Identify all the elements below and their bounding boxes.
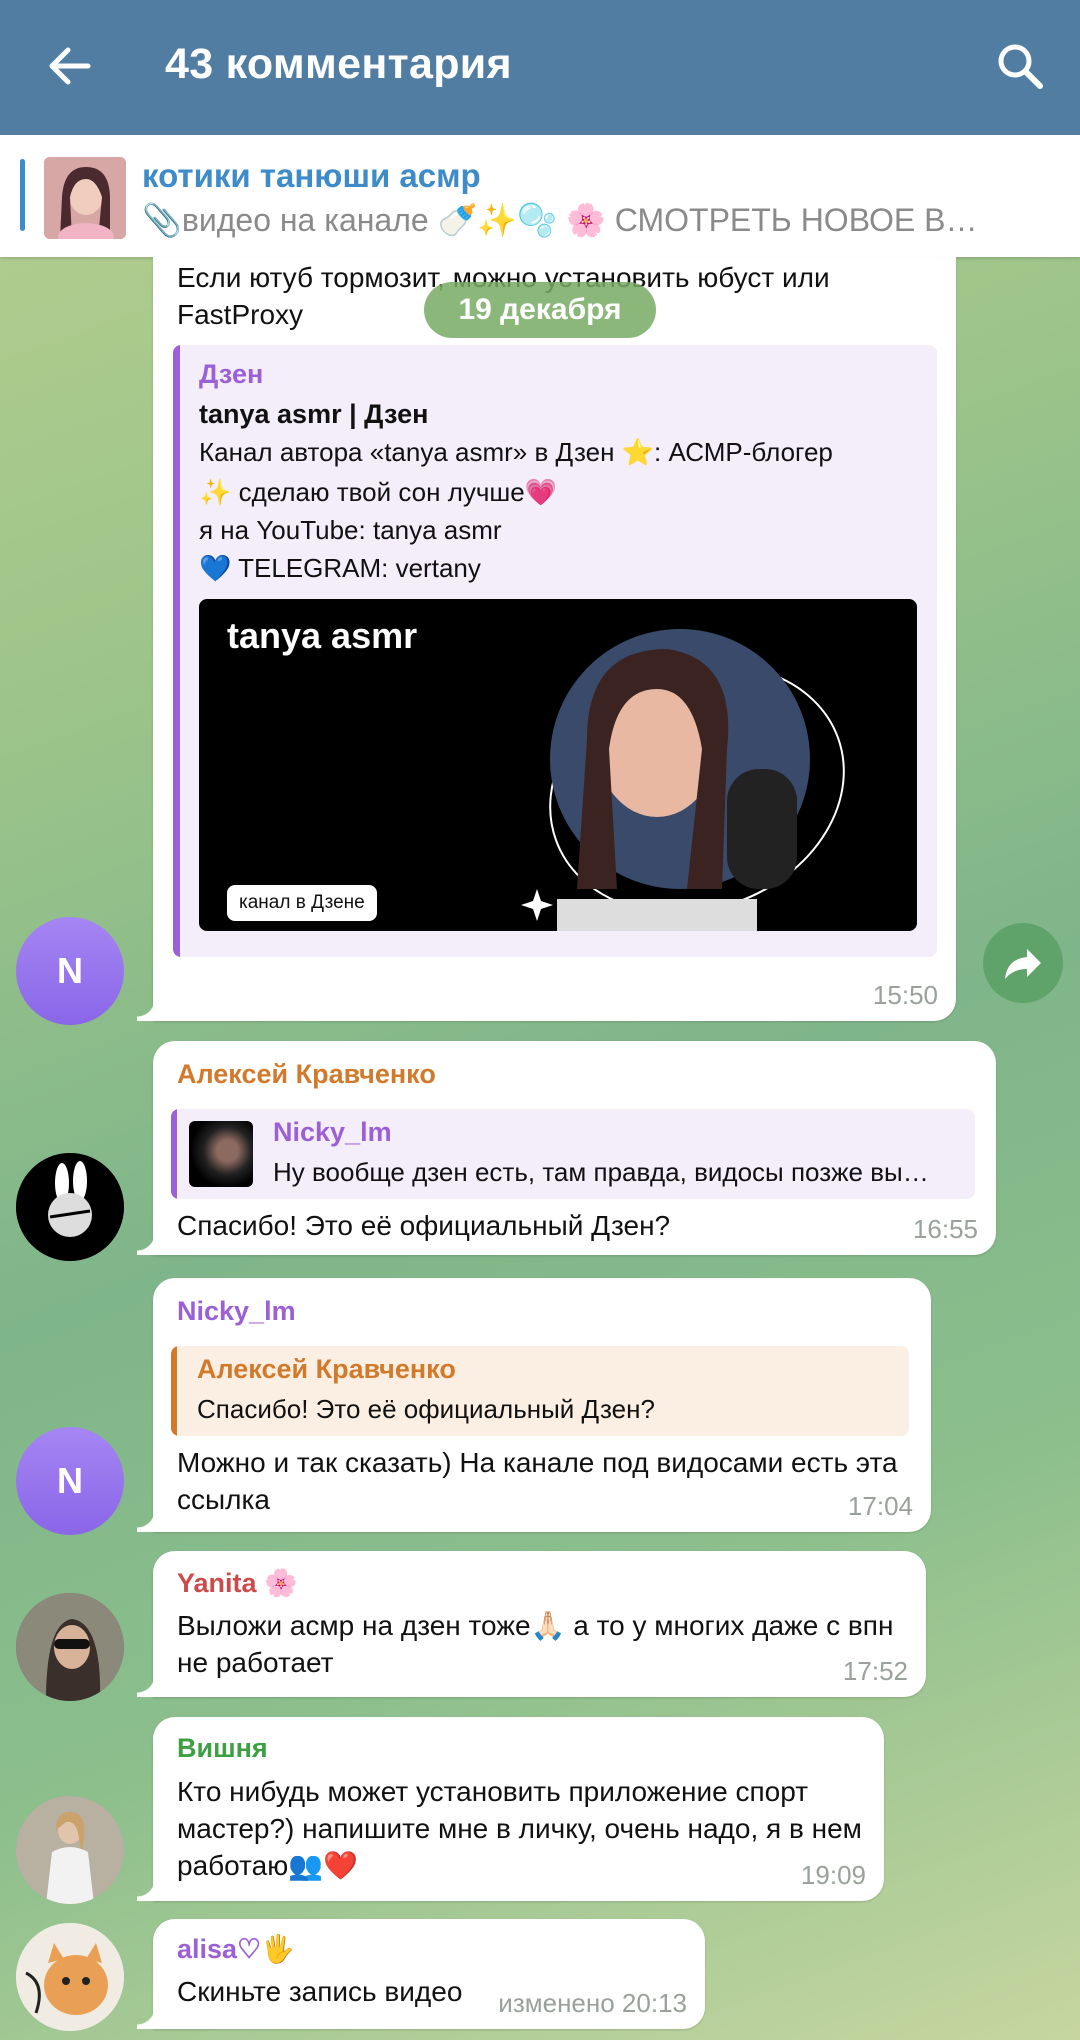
message-bubble[interactable]: Вишня Кто нибудь может установить прилож… — [137, 1717, 884, 1901]
avatar-image — [16, 1923, 124, 2031]
preview-portrait — [521, 629, 845, 931]
message-time: 19:09 — [800, 1860, 866, 1890]
message-text-line-1: Можно и так сказать) На канале под видос… — [177, 1447, 898, 1478]
date-pill: 19 декабря — [424, 282, 656, 338]
pinned-text: 📎видео на канале 🍼✨🫧 🌸 СМОТРЕТЬ НОВОЕ В… — [142, 201, 977, 239]
message-time: 17:04 — [847, 1491, 913, 1521]
sender-name: Вишня — [177, 1733, 268, 1763]
reply-quote[interactable]: Nicky_lm Ну вообще дзен есть, там правда… — [171, 1109, 975, 1199]
reply-thumbnail — [189, 1121, 253, 1187]
reply-bar — [171, 1109, 177, 1199]
message-bubble[interactable]: Если ютуб тормозит, можно установить юбу… — [137, 257, 956, 1021]
message-text-line-2: ссылка — [177, 1484, 270, 1515]
link-preview[interactable]: Дзен tanya asmr | Дзен Канал автора «tan… — [173, 345, 937, 957]
link-site: Дзен — [199, 359, 264, 389]
share-arrow-icon[interactable] — [983, 923, 1063, 1003]
pinned-preview-text: видео на канале 🍼✨🫧 🌸 СМОТРЕТЬ НОВОЕ В… — [181, 202, 978, 238]
message-text: Спасибо! Это её официальный Дзен? — [177, 1210, 671, 1241]
link-desc-4: 💙 TELEGRAM: vertany — [199, 553, 481, 583]
reply-name: Nicky_lm — [273, 1117, 392, 1147]
message-time: изменено 20:13 — [498, 1988, 687, 2018]
reply-quote[interactable]: Алексей Кравченко Спасибо! Это её официа… — [171, 1346, 909, 1436]
link-preview-image[interactable]: tanya asmr канал в Дзене — [199, 599, 917, 931]
page-title: 43 комментария — [165, 40, 512, 88]
paperclip-icon: 📎 — [142, 202, 182, 238]
link-preview-bar — [173, 345, 180, 957]
sender-name: Nicky_lm — [177, 1296, 296, 1326]
sender-name: Алексей Кравченко — [177, 1059, 436, 1089]
avatar[interactable] — [16, 1923, 124, 2031]
avatar[interactable]: N — [16, 1427, 124, 1535]
reply-text: Спасибо! Это её официальный Дзен? — [197, 1394, 655, 1424]
reply-name: Алексей Кравченко — [197, 1354, 456, 1384]
avatar[interactable] — [16, 1796, 124, 1904]
message-time: 17:52 — [842, 1656, 908, 1686]
message-bubble[interactable]: Yanita 🌸 Выложи асмр на дзен тоже🙏🏻 а то… — [137, 1551, 926, 1697]
sender-name: alisa♡🖐 — [177, 1934, 295, 1964]
message-bubble[interactable]: Nicky_lm Алексей Кравченко Спасибо! Это … — [137, 1278, 931, 1532]
link-desc-1: Канал автора «tanya asmr» в Дзен ⭐: АСМР… — [199, 437, 833, 467]
message-time: 16:55 — [912, 1214, 978, 1244]
avatar[interactable] — [16, 1593, 124, 1701]
avatar-letter: N — [57, 950, 83, 991]
reply-text: Ну вообще дзен есть, там правда, видосы … — [273, 1157, 929, 1187]
message-text-line-2: не работает — [177, 1647, 334, 1678]
messages-list[interactable]: Если ютуб тормозит, можно установить юбу… — [0, 257, 1080, 2040]
link-desc-2: ✨ сделаю твой сон лучше💗 — [199, 477, 558, 507]
avatar-image — [16, 1153, 124, 1261]
message-bubble[interactable]: alisa♡🖐 Скиньте запись видео изменено 20… — [137, 1919, 705, 2029]
message-bubble[interactable]: Алексей Кравченко Nicky_lm Ну вообще дзе… — [137, 1041, 996, 1255]
back-arrow-icon[interactable] — [40, 36, 100, 96]
avatar[interactable] — [16, 1153, 124, 1261]
sender-name: Yanita 🌸 — [177, 1568, 298, 1598]
message-text-line-2: мастер?) напишите мне в личку, очень над… — [177, 1813, 862, 1844]
link-desc-3: я на YouTube: tanya asmr — [199, 515, 502, 545]
avatar[interactable]: N — [16, 917, 124, 1025]
search-icon[interactable] — [990, 36, 1050, 96]
preview-image-title: tanya asmr — [227, 615, 418, 656]
message-text-line-1: Выложи асмр на дзен тоже🙏🏻 а то у многих… — [177, 1610, 894, 1641]
pinned-channel-name: котики танюши асмр — [142, 157, 481, 194]
top-app-bar: 43 комментария — [0, 0, 1080, 135]
link-title: tanya asmr | Дзен — [199, 399, 429, 429]
pinned-message-bar[interactable]: котики танюши асмр 📎видео на канале 🍼✨🫧 … — [0, 135, 1080, 257]
pinned-indicator — [20, 159, 25, 231]
pinned-thumbnail — [44, 157, 126, 239]
avatar-image — [16, 1796, 124, 1904]
message-time: 15:50 — [872, 980, 938, 1010]
message-text-line-1: Кто нибудь может установить приложение с… — [177, 1776, 809, 1807]
message-text: Скиньте запись видео — [177, 1976, 463, 2007]
preview-image-button[interactable]: канал в Дзене — [227, 885, 377, 921]
avatar-letter: N — [57, 1460, 83, 1501]
avatar-image — [16, 1593, 124, 1701]
message-text-line-3: работаю👥❤️ — [177, 1850, 358, 1881]
reply-bar — [171, 1346, 177, 1436]
